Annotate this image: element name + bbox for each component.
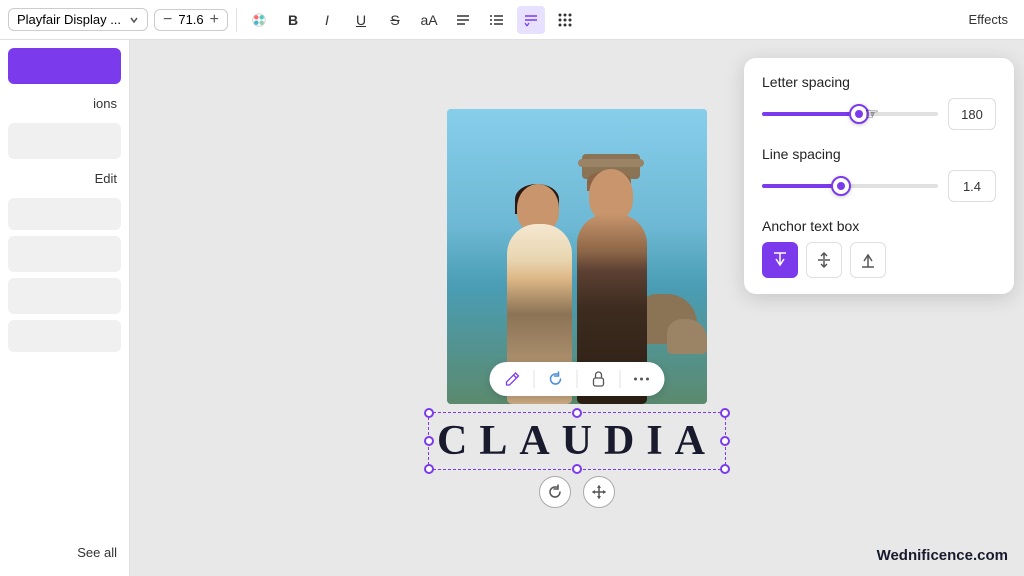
letter-spacing-value[interactable]: 180 bbox=[948, 98, 996, 130]
anchor-label: Anchor text box bbox=[762, 218, 996, 234]
underline-button[interactable]: U bbox=[347, 6, 375, 34]
photo-rocks-2 bbox=[667, 319, 707, 354]
sidebar-edit-label[interactable]: Edit bbox=[0, 165, 129, 192]
sidebar-placeholder-4 bbox=[8, 278, 121, 314]
letter-spacing-fill bbox=[762, 112, 859, 116]
photo-scene bbox=[447, 109, 707, 404]
anchor-top-button[interactable] bbox=[762, 242, 798, 278]
claudia-text[interactable]: CLAUDIA bbox=[437, 417, 717, 465]
line-thumb-inner bbox=[837, 182, 845, 190]
float-divider-1 bbox=[533, 370, 534, 388]
lock-icon[interactable] bbox=[585, 366, 611, 392]
person-right-hat-brim bbox=[578, 159, 644, 167]
photo-container bbox=[447, 109, 707, 404]
handle-tl[interactable] bbox=[424, 408, 434, 418]
anchor-bottom-button[interactable] bbox=[850, 242, 886, 278]
photo-float-toolbar bbox=[489, 362, 664, 396]
strikethrough-button[interactable]: S bbox=[381, 6, 409, 34]
rotate-control[interactable] bbox=[539, 476, 571, 508]
handle-bm[interactable] bbox=[572, 464, 582, 474]
canvas-area: CLAUDIA Wednificence.com Letter spacing bbox=[130, 40, 1024, 576]
italic-label: I bbox=[325, 12, 329, 28]
align-button[interactable] bbox=[449, 6, 477, 34]
anchor-middle-button[interactable] bbox=[806, 242, 842, 278]
sidebar-placeholder-3 bbox=[8, 236, 121, 272]
sidebar-placeholder-2 bbox=[8, 198, 121, 230]
handle-tm[interactable] bbox=[572, 408, 582, 418]
more-options-icon[interactable] bbox=[628, 366, 654, 392]
font-selector[interactable]: Playfair Display ... bbox=[8, 8, 148, 31]
color-picker-icon[interactable] bbox=[245, 6, 273, 34]
toolbar-divider-1 bbox=[236, 8, 237, 32]
thumb-inner bbox=[855, 110, 863, 118]
handle-br[interactable] bbox=[720, 464, 730, 474]
anchor-section: Anchor text box bbox=[762, 218, 996, 278]
dots-icon[interactable] bbox=[551, 6, 579, 34]
letter-spacing-label: Letter spacing bbox=[762, 74, 996, 90]
effects-button[interactable]: Effects bbox=[960, 8, 1016, 31]
watermark: Wednificence.com bbox=[877, 547, 1008, 564]
line-spacing-fill bbox=[762, 184, 841, 188]
list-button[interactable] bbox=[483, 6, 511, 34]
refresh-icon[interactable] bbox=[542, 366, 568, 392]
top-toolbar: Playfair Display ... − 71.6 + B I U S aA… bbox=[0, 0, 1024, 40]
sidebar-placeholder-5 bbox=[8, 320, 121, 352]
italic-button[interactable]: I bbox=[313, 6, 341, 34]
line-spacing-label: Line spacing bbox=[762, 146, 996, 162]
pencil-edit-icon[interactable] bbox=[499, 366, 525, 392]
float-divider-3 bbox=[619, 370, 620, 388]
cursor-icon: ☞ bbox=[864, 104, 878, 124]
bold-label: B bbox=[288, 12, 298, 28]
line-spacing-track[interactable] bbox=[762, 184, 938, 188]
font-size-value: 71.6 bbox=[178, 12, 203, 27]
main-area: ions Edit See all bbox=[0, 40, 1024, 576]
letter-spacing-slider-row: ☞ 180 bbox=[762, 98, 996, 130]
letter-spacing-section: Letter spacing ☞ 180 bbox=[762, 74, 996, 130]
handle-ml[interactable] bbox=[424, 436, 434, 446]
bold-button[interactable]: B bbox=[279, 6, 307, 34]
line-spacing-slider-row: 1.4 bbox=[762, 170, 996, 202]
line-spacing-thumb[interactable] bbox=[831, 176, 851, 196]
line-spacing-section: Line spacing 1.4 bbox=[762, 146, 996, 202]
sidebar: ions Edit See all bbox=[0, 40, 130, 576]
underline-label: U bbox=[356, 12, 366, 28]
handle-mr[interactable] bbox=[720, 436, 730, 446]
handle-bl[interactable] bbox=[424, 464, 434, 474]
increase-size-button[interactable]: + bbox=[208, 12, 221, 28]
line-spacing-value[interactable]: 1.4 bbox=[948, 170, 996, 202]
strikethrough-label: S bbox=[390, 12, 399, 28]
sidebar-active-item[interactable] bbox=[8, 48, 121, 84]
see-all-button[interactable]: See all bbox=[0, 537, 129, 568]
move-control[interactable] bbox=[583, 476, 615, 508]
letter-spacing-track[interactable]: ☞ bbox=[762, 112, 938, 116]
spacing-panel: Letter spacing ☞ 180 Line spacing bbox=[744, 58, 1014, 294]
font-size-control[interactable]: − 71.6 + bbox=[154, 9, 228, 31]
canvas-content: CLAUDIA bbox=[428, 109, 726, 508]
text-selection-box: CLAUDIA bbox=[428, 412, 726, 470]
anchor-buttons-group bbox=[762, 242, 996, 278]
sidebar-nav-label: ions bbox=[0, 90, 129, 117]
text-size-button[interactable]: aA bbox=[415, 6, 443, 34]
font-name-label: Playfair Display ... bbox=[17, 12, 125, 27]
chevron-down-icon bbox=[129, 15, 139, 25]
text-element[interactable]: CLAUDIA bbox=[428, 412, 726, 470]
text-bottom-controls bbox=[539, 476, 615, 508]
sidebar-placeholder-1 bbox=[8, 123, 121, 159]
text-size-label: aA bbox=[420, 12, 437, 28]
letter-spacing-button[interactable] bbox=[517, 6, 545, 34]
float-divider-2 bbox=[576, 370, 577, 388]
letter-spacing-thumb[interactable]: ☞ bbox=[849, 104, 869, 124]
decrease-size-button[interactable]: − bbox=[161, 12, 174, 28]
handle-tr[interactable] bbox=[720, 408, 730, 418]
